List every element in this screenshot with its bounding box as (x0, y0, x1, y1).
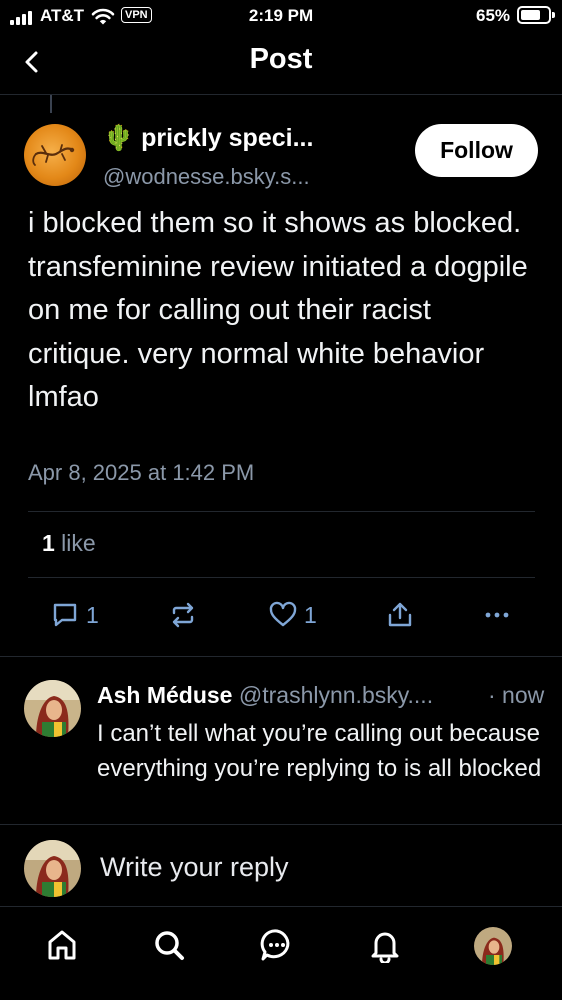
reply-bubble-icon (53, 603, 77, 627)
thread-connector-line (50, 95, 52, 113)
reply-header[interactable]: Ash Méduse @trashlynn.bsky.... (97, 682, 433, 709)
character-avatar-icon (24, 840, 81, 897)
repost-button[interactable] (168, 600, 198, 630)
author-avatar[interactable] (24, 124, 86, 186)
likes-count-link[interactable]: 1 like (42, 530, 96, 557)
tab-profile-avatar[interactable] (474, 927, 512, 965)
author-display-name[interactable]: 🌵 prickly speci... (103, 124, 313, 153)
reply-count: 1 (86, 601, 99, 628)
likes-number: 1 (42, 530, 55, 556)
divider (0, 656, 562, 657)
reply-author-avatar[interactable] (24, 680, 81, 737)
reply-author-name: Ash Méduse (97, 682, 233, 708)
author-name: prickly speci... (141, 124, 314, 152)
repost-icon (172, 602, 194, 628)
reply-compose-input[interactable]: Write your reply (100, 852, 289, 883)
tab-bar-divider (0, 906, 562, 907)
follow-button[interactable]: Follow (415, 124, 538, 177)
reply-text: I can’t tell what you’re calling out bec… (97, 720, 542, 782)
status-bar: AT&T VPN 2:19 PM 65% (0, 0, 562, 34)
home-icon (48, 930, 76, 960)
reply-button[interactable]: 1 (50, 600, 99, 630)
chat-bubble-icon (260, 929, 290, 961)
tab-messages[interactable] (257, 925, 297, 965)
divider (28, 577, 535, 578)
divider (0, 824, 562, 825)
author-handle[interactable]: @wodnesse.bsky.s... (103, 164, 310, 190)
more-options-button[interactable] (482, 600, 512, 630)
heart-icon (269, 601, 297, 627)
share-button[interactable] (385, 600, 415, 630)
share-icon (388, 602, 412, 627)
header-divider (0, 94, 562, 95)
tab-notifications[interactable] (365, 925, 405, 965)
like-button[interactable]: 1 (268, 600, 317, 630)
bell-icon (371, 932, 399, 963)
tab-home[interactable] (42, 925, 82, 965)
battery-percent: 65% (476, 6, 511, 25)
lizard-avatar-icon (32, 144, 75, 166)
character-avatar-icon (24, 680, 81, 737)
character-avatar-icon (474, 927, 512, 965)
divider (28, 511, 535, 512)
search-icon (155, 931, 184, 960)
reply-timestamp: · now (488, 682, 545, 708)
likes-word: like (54, 530, 96, 556)
ellipsis-icon (485, 612, 509, 618)
post-text: i blocked them so it shows as blocked. t… (28, 207, 528, 413)
battery-icon (517, 6, 555, 24)
like-count: 1 (304, 601, 317, 628)
page-title: Post (249, 43, 313, 75)
reply-author-handle: @trashlynn.bsky.... (238, 682, 434, 708)
cactus-emoji: 🌵 (103, 124, 135, 152)
my-avatar (24, 840, 81, 897)
post-timestamp: Apr 8, 2025 at 1:42 PM (28, 460, 255, 485)
tab-search[interactable] (149, 925, 189, 965)
